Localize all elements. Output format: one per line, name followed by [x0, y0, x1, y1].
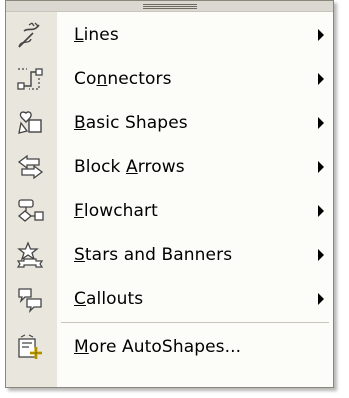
- submenu-arrow-icon: [318, 161, 324, 173]
- menu-item-flowchart[interactable]: Flowchart: [6, 189, 333, 233]
- menu-item-callouts[interactable]: Callouts: [6, 277, 333, 321]
- menu-item-basic-shapes-label: Basic Shapes: [74, 113, 188, 133]
- menu-item-more-autoshapes-label: More AutoShapes...: [74, 337, 242, 357]
- menu-item-connectors-label: Connectors: [74, 69, 172, 89]
- menu-item-stars-and-banners[interactable]: Stars and Banners: [6, 233, 333, 277]
- stars-and-banners-icon: [16, 241, 44, 268]
- autoshapes-menu: Lines Connectors Basic Shapes Block Arro…: [5, 0, 334, 388]
- menu-item-basic-shapes[interactable]: Basic Shapes: [6, 101, 333, 145]
- submenu-arrow-icon: [318, 293, 324, 305]
- menu-item-more-autoshapes[interactable]: More AutoShapes...: [6, 325, 333, 369]
- menu-item-block-arrows-label: Block Arrows: [74, 157, 185, 177]
- menu-item-lines[interactable]: Lines: [6, 13, 333, 57]
- menu-item-callouts-label: Callouts: [74, 289, 144, 309]
- submenu-arrow-icon: [318, 205, 324, 217]
- basic-shapes-icon: [18, 111, 42, 134]
- block-arrows-icon: [17, 154, 44, 180]
- more-autoshapes-icon: [18, 334, 42, 359]
- menu-item-block-arrows[interactable]: Block Arrows: [6, 145, 333, 189]
- connectors-icon: [17, 68, 43, 90]
- menu-item-stars-and-banners-label: Stars and Banners: [74, 245, 233, 265]
- submenu-arrow-icon: [318, 117, 324, 129]
- menu-item-lines-label: Lines: [74, 25, 119, 45]
- menu-item-connectors[interactable]: Connectors: [6, 57, 333, 101]
- menu-item-flowchart-label: Flowchart: [74, 201, 158, 221]
- submenu-arrow-icon: [318, 249, 324, 261]
- menu-drag-handle[interactable]: [6, 1, 333, 12]
- submenu-arrow-icon: [318, 73, 324, 85]
- lines-icon: [18, 22, 40, 48]
- flowchart-icon: [17, 199, 44, 222]
- submenu-arrow-icon: [318, 29, 324, 41]
- callouts-icon: [18, 288, 42, 313]
- grip-dots-icon: [142, 4, 197, 9]
- menu-separator: [61, 322, 329, 323]
